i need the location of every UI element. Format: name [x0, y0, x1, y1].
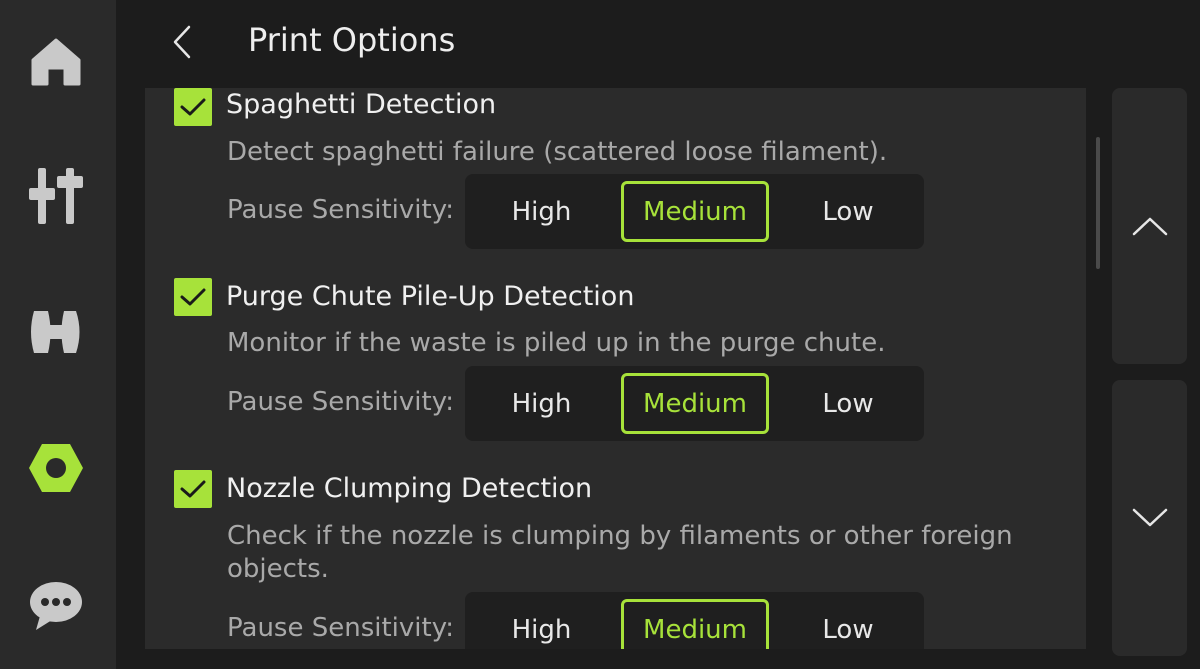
- options-list: Spaghetti Detection Detect spaghetti fai…: [145, 88, 1086, 649]
- spaghetti-detection-checkbox[interactable]: [174, 88, 212, 126]
- option-title: Purge Chute Pile-Up Detection: [226, 281, 635, 312]
- sidebar: [0, 0, 116, 669]
- sensitivity-label: Pause Sensitivity:: [227, 387, 454, 417]
- sensitivity-high-button[interactable]: High: [469, 599, 614, 649]
- purge-chute-detection-checkbox[interactable]: [174, 278, 212, 316]
- sensitivity-low-button[interactable]: Low: [776, 181, 920, 242]
- chevron-left-icon: [173, 25, 191, 59]
- checkmark-icon: [180, 288, 206, 306]
- sensitivity-low-button[interactable]: Low: [776, 599, 920, 649]
- sidebar-item-home[interactable]: [18, 24, 94, 100]
- option-description: Detect spaghetti failure (scattered loos…: [227, 137, 888, 167]
- scrollbar[interactable]: [1096, 137, 1100, 269]
- option-title: Spaghetti Detection: [226, 89, 497, 120]
- checkmark-icon: [180, 480, 206, 498]
- sensitivity-selector: High Medium Low: [465, 174, 924, 249]
- option-description: Monitor if the waste is piled up in the …: [227, 328, 886, 358]
- sidebar-item-control[interactable]: [18, 158, 94, 234]
- option-description: Check if the nozzle is clumping by filam…: [227, 521, 1013, 584]
- sensitivity-high-button[interactable]: High: [469, 181, 614, 242]
- sensitivity-selector: High Medium Low: [465, 366, 924, 441]
- home-icon: [31, 38, 81, 86]
- sensitivity-medium-button[interactable]: Medium: [621, 599, 769, 649]
- hex-nut-icon: [29, 444, 83, 492]
- sensitivity-selector: High Medium Low: [465, 592, 924, 649]
- chat-bubble-icon: [30, 582, 82, 630]
- nozzle-clumping-detection-checkbox[interactable]: [174, 470, 212, 508]
- sensitivity-label: Pause Sensitivity:: [227, 195, 454, 225]
- sensitivity-medium-button[interactable]: Medium: [621, 181, 769, 242]
- filament-spool-icon: [31, 311, 80, 353]
- sensitivity-high-button[interactable]: High: [469, 373, 614, 434]
- sensitivity-label: Pause Sensitivity:: [227, 613, 454, 643]
- sensitivity-low-button[interactable]: Low: [776, 373, 920, 434]
- chevron-up-icon: [1132, 217, 1167, 236]
- option-title: Nozzle Clumping Detection: [226, 473, 593, 504]
- scroll-down-button[interactable]: [1112, 380, 1187, 656]
- sidebar-item-filament[interactable]: [18, 294, 94, 370]
- sidebar-item-messages[interactable]: [18, 568, 94, 644]
- sliders-icon: [29, 168, 83, 224]
- page-title: Print Options: [248, 21, 456, 59]
- sensitivity-medium-button[interactable]: Medium: [621, 373, 769, 434]
- checkmark-icon: [180, 98, 206, 116]
- scroll-up-button[interactable]: [1112, 88, 1187, 364]
- sidebar-item-settings[interactable]: [18, 430, 94, 506]
- chevron-down-icon: [1132, 508, 1167, 527]
- back-button[interactable]: [158, 16, 206, 68]
